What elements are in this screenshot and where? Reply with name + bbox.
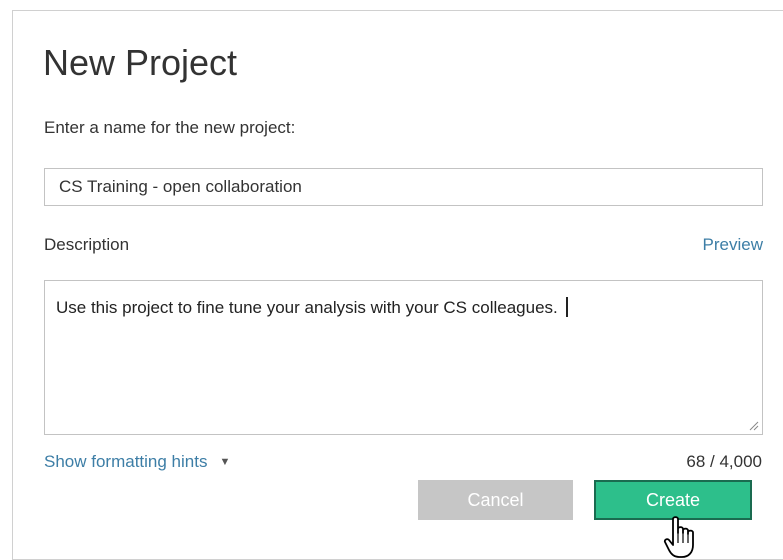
resize-grip-icon[interactable]: [747, 419, 759, 431]
cancel-button[interactable]: Cancel: [418, 480, 573, 520]
new-project-dialog: New Project Enter a name for the new pro…: [12, 10, 783, 560]
dialog-title: New Project: [43, 42, 238, 83]
description-textarea[interactable]: Use this project to fine tune your analy…: [44, 280, 763, 435]
project-name-label: Enter a name for the new project:: [44, 118, 296, 137]
project-name-input[interactable]: [44, 168, 763, 206]
create-button[interactable]: Create: [594, 480, 752, 520]
character-counter: 68 / 4,000: [686, 452, 762, 471]
show-formatting-hints-toggle[interactable]: Show formatting hints ▼: [44, 452, 230, 472]
description-text: Use this project to fine tune your analy…: [56, 298, 558, 317]
description-label: Description: [44, 235, 130, 254]
hand-pointer-icon: [663, 516, 694, 558]
text-caret: [565, 297, 568, 317]
caret-down-icon: ▼: [219, 456, 231, 468]
preview-link[interactable]: Preview: [703, 235, 763, 255]
formatting-hints-label: Show formatting hints: [44, 452, 208, 471]
